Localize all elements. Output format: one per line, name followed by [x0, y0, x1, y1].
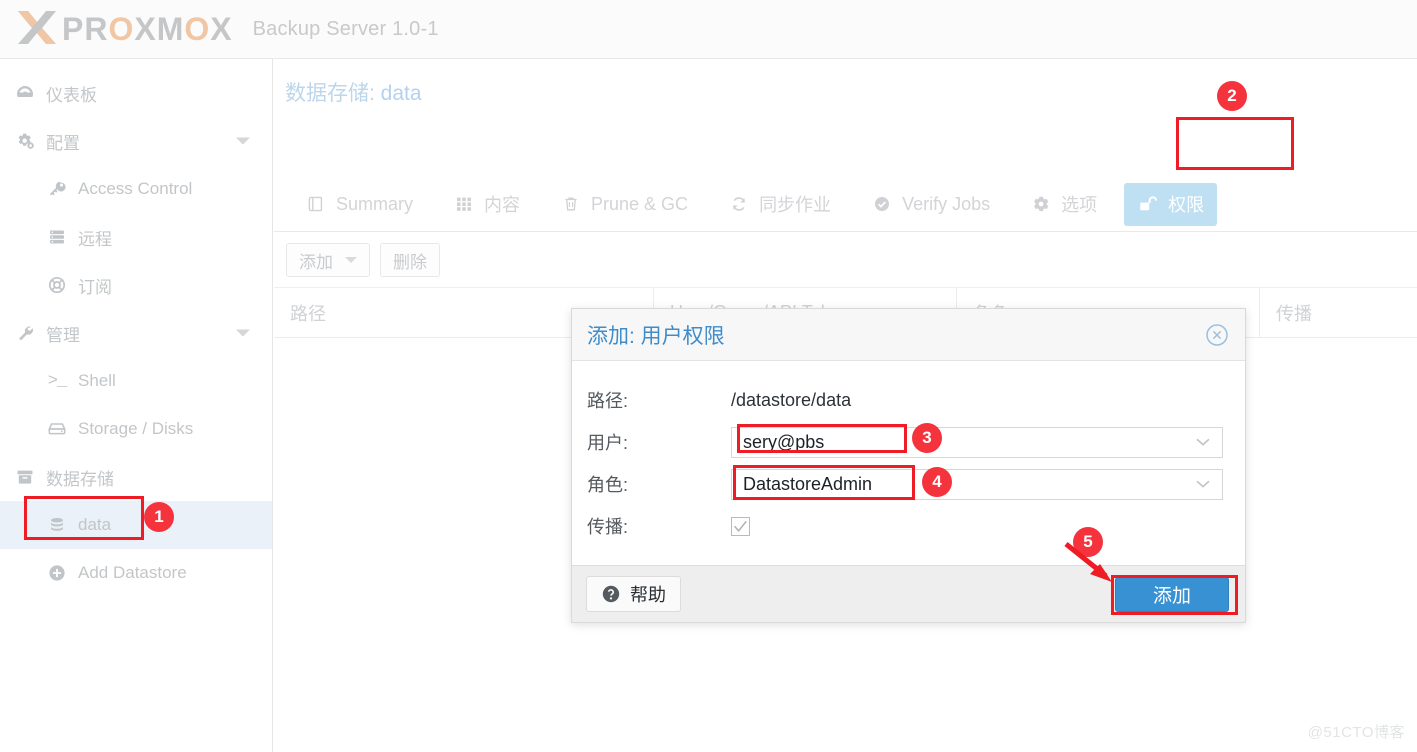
chevron-down-icon [236, 329, 250, 337]
add-split-button[interactable]: 添加 [286, 243, 370, 277]
sidebar-item-access-control[interactable]: Access Control [0, 165, 272, 213]
sidebar-item-dashboard[interactable]: 仪表板 [0, 69, 272, 117]
page-title: 数据存储: data [285, 82, 422, 105]
add-button-label: 添加 [299, 252, 333, 272]
chevron-down-icon[interactable] [1195, 479, 1211, 489]
sidebar-item-remote[interactable]: 远程 [0, 213, 272, 261]
propagate-label: 传播: [587, 517, 629, 537]
trash-icon [560, 194, 582, 214]
watermark: @51CTO博客 [1307, 724, 1405, 741]
book-icon [305, 194, 327, 214]
tab-label: Prune & GC [591, 193, 689, 214]
help-button[interactable]: 帮助 [586, 576, 681, 612]
tab-label: 选项 [1061, 195, 1098, 215]
dialog-user-field[interactable]: sery@pbs [731, 426, 1223, 458]
sidebar-item-label: 数据存储 [46, 469, 114, 489]
close-circle-icon[interactable] [1204, 322, 1230, 348]
dialog-role-row: 角色: DatastoreAdmin [587, 463, 1223, 505]
tab-sync-jobs[interactable]: 同步作业 [715, 183, 844, 226]
tab-label: Verify Jobs [902, 193, 991, 214]
chevron-down-icon[interactable] [1195, 437, 1211, 447]
dialog-role-field[interactable]: DatastoreAdmin [731, 468, 1223, 500]
sidebar-item-data[interactable]: data [0, 501, 272, 549]
tab-summary[interactable]: Summary [292, 183, 426, 226]
dialog-footer: 帮助 添加 [572, 565, 1245, 622]
dialog-title: 添加: 用户权限 [587, 324, 725, 348]
sidebar-item-label: 配置 [46, 133, 80, 153]
proxmox-x-logo-icon [14, 7, 60, 52]
sidebar-item-label: Add Datastore [78, 563, 187, 582]
dialog-propagate-row: 传播: [587, 505, 1223, 547]
sidebar-item-storage-disks[interactable]: Storage / Disks [0, 405, 272, 453]
sidebar-item-configuration[interactable]: 配置 [0, 117, 272, 165]
sidebar: 仪表板 配置 Access Control 远程 订阅 管理 >_ Shell … [0, 59, 273, 752]
chevron-down-icon [236, 137, 250, 145]
tab-content[interactable]: 内容 [440, 183, 533, 226]
sidebar-item-label: data [78, 515, 112, 534]
sidebar-item-label: 远程 [78, 229, 112, 249]
dialog-path-row: 路径: /datastore/data [587, 379, 1223, 421]
server-icon [46, 226, 68, 248]
dialog-header: 添加: 用户权限 [572, 309, 1245, 361]
tab-bar: Summary 内容 Prune & GC 同步作业 Verify Jobs 选… [274, 177, 1417, 232]
tab-options[interactable]: 选项 [1017, 183, 1110, 226]
grid-toolbar: 添加 删除 [274, 233, 1417, 288]
hdd-icon [46, 418, 68, 440]
sidebar-item-label: Shell [78, 371, 116, 390]
remove-button-label: 删除 [393, 252, 427, 272]
add-user-permission-dialog: 添加: 用户权限 路径: /datastore/data 用户: sery@pb… [571, 308, 1246, 623]
product-title: Backup Server 1.0-1 [252, 17, 439, 40]
tab-verify-jobs[interactable]: Verify Jobs [858, 183, 1003, 226]
wrench-icon [14, 322, 36, 344]
sync-icon [728, 194, 750, 214]
unlock-icon [1137, 194, 1159, 214]
role-label: 角色: [587, 475, 629, 495]
tab-label: 权限 [1168, 195, 1205, 215]
tab-label: 同步作业 [759, 195, 832, 215]
dialog-user-row: 用户: sery@pbs [587, 421, 1223, 463]
terminal-icon: >_ [47, 371, 67, 391]
column-header-propagate[interactable]: 传播 [1260, 288, 1417, 337]
propagate-checkbox[interactable] [731, 516, 750, 536]
tab-prune-gc[interactable]: Prune & GC [547, 183, 701, 226]
path-value: /datastore/data [731, 389, 852, 410]
tab-label: 内容 [484, 195, 521, 215]
question-circle-icon [601, 584, 621, 604]
sidebar-item-label: Access Control [78, 179, 193, 198]
plus-circle-icon [46, 562, 68, 584]
brand-wordmark: PROXMOX [62, 11, 233, 47]
tab-label: Summary [336, 193, 414, 214]
role-value: DatastoreAdmin [743, 473, 873, 494]
user-label: 用户: [587, 433, 629, 453]
sidebar-item-management[interactable]: 管理 [0, 309, 272, 357]
sidebar-item-label: 管理 [46, 325, 80, 345]
sidebar-item-add-datastore[interactable]: Add Datastore [0, 549, 272, 597]
help-button-label: 帮助 [630, 585, 666, 605]
sidebar-item-label: 订阅 [78, 277, 112, 297]
remove-button[interactable]: 删除 [380, 243, 440, 277]
user-value: sery@pbs [743, 431, 825, 452]
app-header: PROXMOX Backup Server 1.0-1 [0, 0, 1417, 59]
sidebar-item-shell[interactable]: >_ Shell [0, 357, 272, 405]
sidebar-item-label: 仪表板 [46, 85, 97, 105]
path-label: 路径: [587, 391, 629, 411]
sidebar-item-datastore-group[interactable]: 数据存储 [0, 453, 272, 501]
archive-icon [14, 466, 36, 488]
lifebuoy-icon [46, 274, 68, 296]
dashboard-icon [14, 82, 36, 104]
gear-icon [1030, 194, 1052, 214]
chevron-down-icon [345, 257, 357, 263]
sidebar-item-label: Storage / Disks [78, 419, 194, 438]
grid-icon [453, 194, 475, 214]
dialog-add-button-label: 添加 [1152, 586, 1191, 607]
dialog-body: 路径: /datastore/data 用户: sery@pbs 角色: Dat… [572, 361, 1245, 566]
dialog-add-button[interactable]: 添加 [1115, 577, 1229, 612]
database-icon [46, 514, 68, 536]
sidebar-item-subscription[interactable]: 订阅 [0, 261, 272, 309]
tab-permissions[interactable]: 权限 [1124, 182, 1218, 226]
gears-icon [14, 130, 36, 152]
key-icon [46, 178, 68, 200]
check-circle-icon [871, 194, 893, 214]
